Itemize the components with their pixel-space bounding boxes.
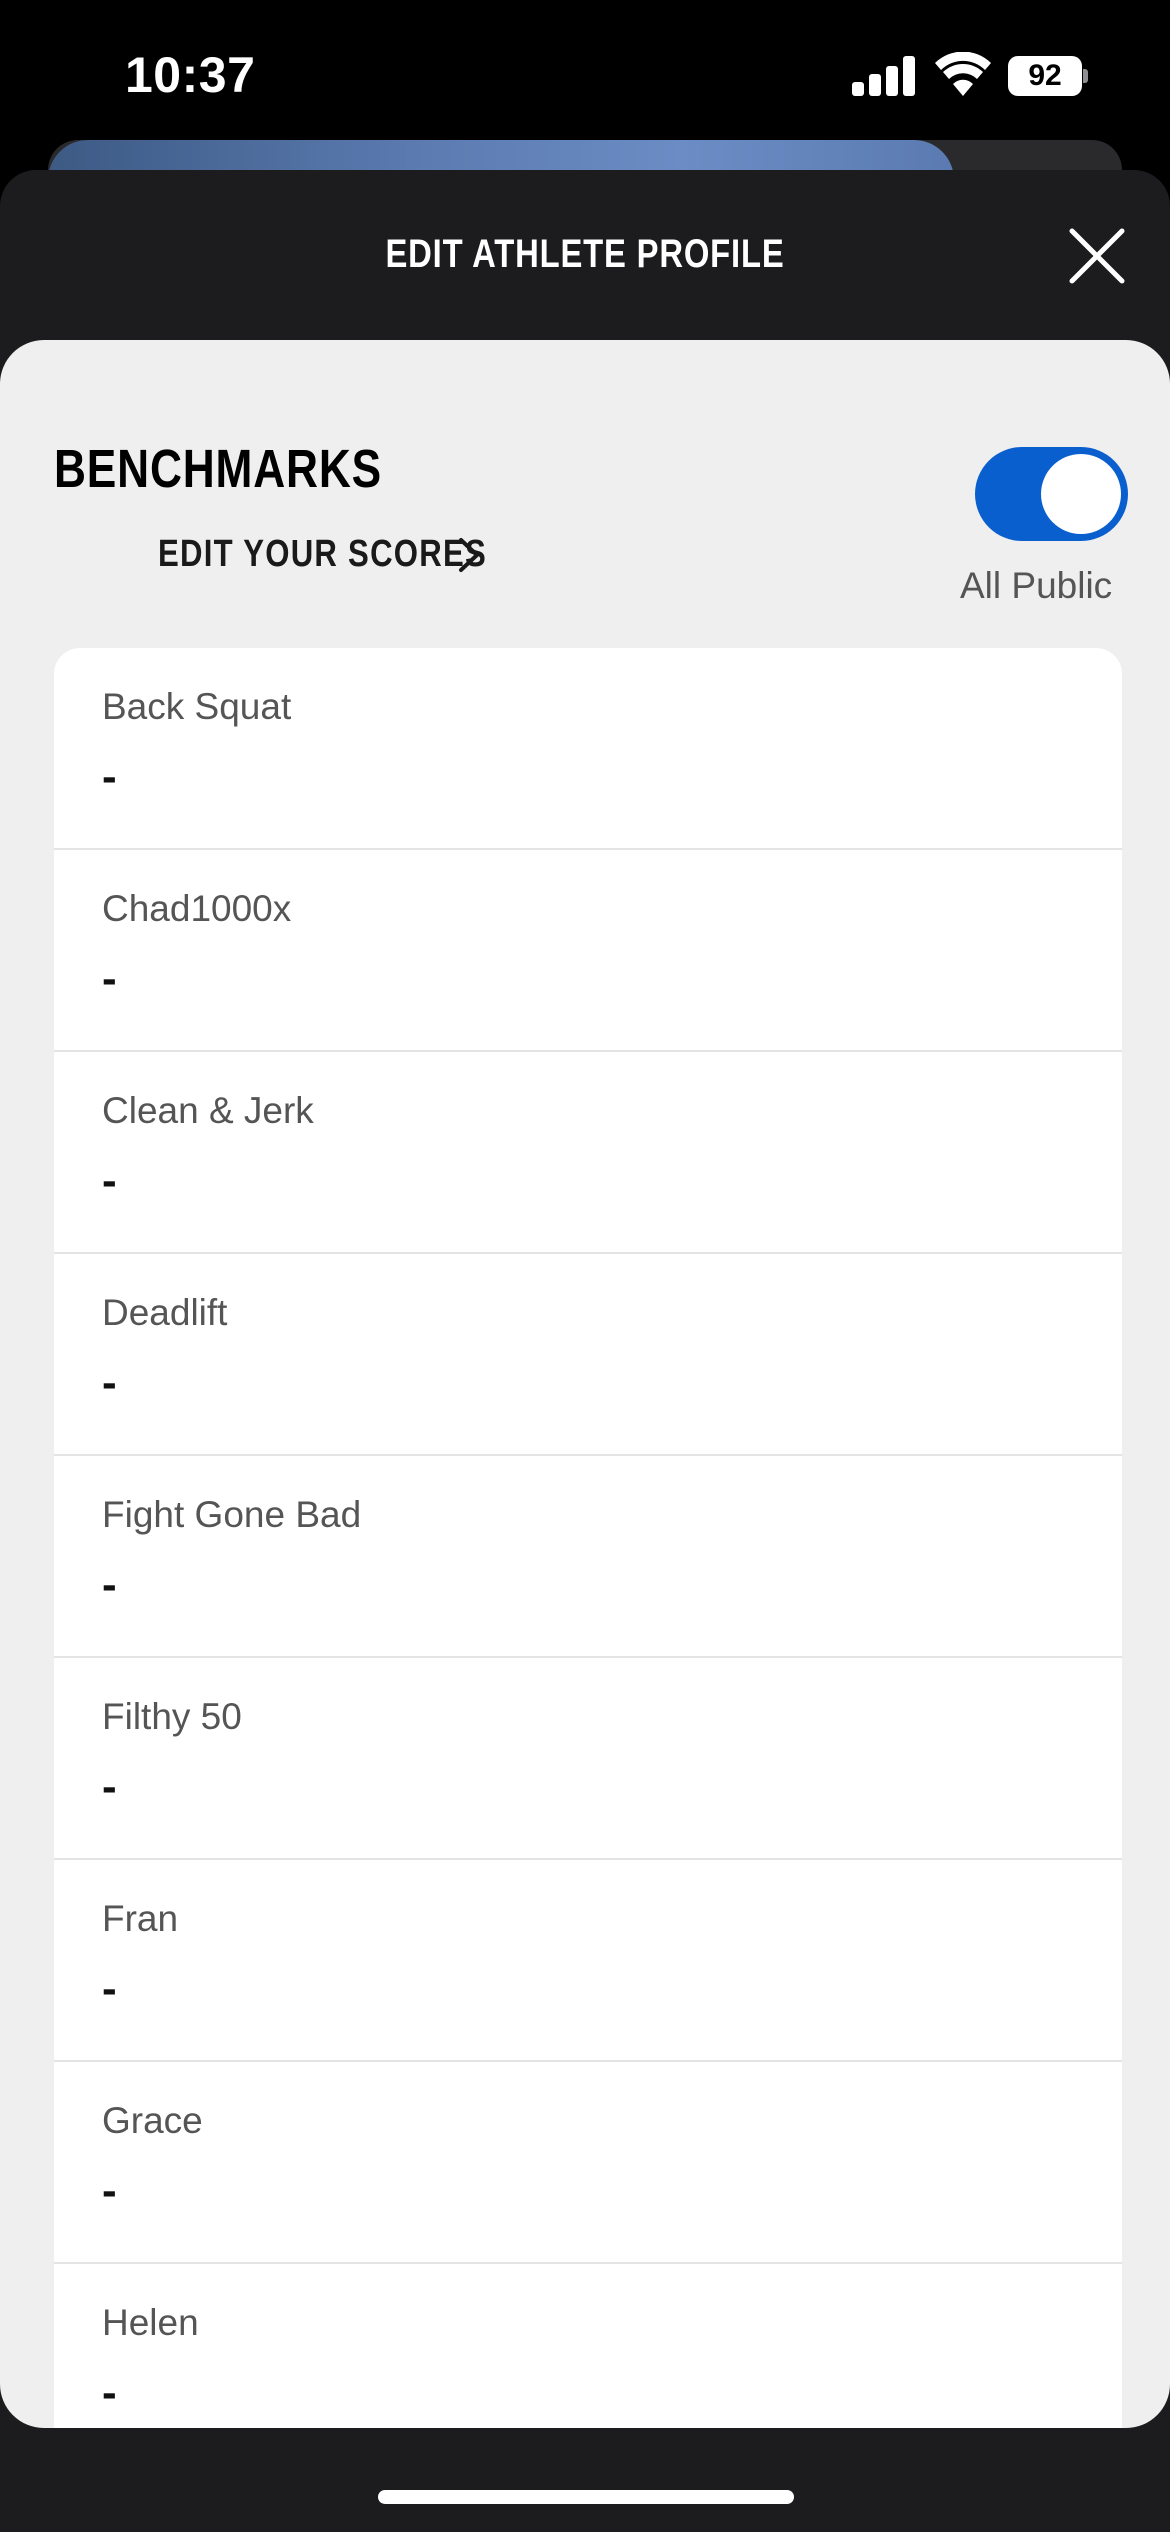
toggle-knob: [1041, 454, 1121, 534]
benchmark-value: -: [102, 752, 117, 801]
visibility-label: All Public: [960, 565, 1113, 606]
benchmark-value: -: [102, 1560, 117, 1609]
benchmark-row[interactable]: Grace -: [54, 2062, 1122, 2264]
home-indicator: [378, 2490, 794, 2504]
benchmark-value: -: [102, 2368, 117, 2417]
benchmark-row[interactable]: Deadlift -: [54, 1254, 1122, 1456]
benchmark-value: -: [102, 954, 117, 1003]
benchmark-row[interactable]: Fran -: [54, 1860, 1122, 2062]
benchmark-row[interactable]: Fight Gone Bad -: [54, 1456, 1122, 1658]
benchmark-row[interactable]: Chad1000x -: [54, 850, 1122, 1052]
status-bar: 10:37 92: [0, 0, 1170, 140]
benchmark-value: -: [102, 2166, 117, 2215]
edit-scores-link[interactable]: EDIT YOUR SCORES: [158, 533, 488, 576]
benchmark-value: -: [102, 1156, 117, 1205]
status-time: 10:37: [125, 47, 256, 103]
benchmark-name: Deadlift: [102, 1292, 228, 1333]
benchmarks-title: BENCHMARKS: [54, 439, 382, 499]
benchmark-value: -: [102, 1964, 117, 2013]
benchmark-row[interactable]: Clean & Jerk -: [54, 1052, 1122, 1254]
benchmark-name: Filthy 50: [102, 1696, 242, 1737]
benchmark-row[interactable]: Helen -: [54, 2264, 1122, 2428]
benchmark-name: Chad1000x: [102, 888, 292, 929]
wifi-icon: [935, 52, 991, 96]
benchmarks-panel: BENCHMARKS EDIT YOUR SCORES All Public B…: [0, 340, 1170, 2428]
edit-scores-label: EDIT YOUR SCORES: [158, 533, 488, 575]
benchmark-value: -: [102, 1358, 117, 1407]
benchmark-name: Back Squat: [102, 686, 292, 727]
benchmark-name: Grace: [102, 2100, 203, 2141]
benchmark-list: Back Squat - Chad1000x - Clean & Jerk - …: [54, 648, 1122, 2428]
benchmark-name: Fran: [102, 1898, 179, 1939]
benchmark-row[interactable]: Filthy 50 -: [54, 1658, 1122, 1860]
edit-profile-sheet: EDIT ATHLETE PROFILE BENCHMARKS EDIT YOU…: [0, 170, 1170, 2532]
battery-level: 92: [1008, 56, 1082, 96]
sheet-title: EDIT ATHLETE PROFILE: [385, 232, 785, 276]
visibility-toggle[interactable]: [975, 447, 1128, 541]
benchmark-value: -: [102, 1762, 117, 1811]
benchmark-name: Fight Gone Bad: [102, 1494, 362, 1535]
battery-icon: 92: [1008, 56, 1088, 96]
benchmark-row[interactable]: Back Squat -: [54, 648, 1122, 850]
close-icon[interactable]: [1066, 225, 1128, 287]
benchmark-name: Helen: [102, 2302, 199, 2343]
cellular-signal-icon: [852, 56, 916, 96]
benchmark-name: Clean & Jerk: [102, 1090, 314, 1131]
